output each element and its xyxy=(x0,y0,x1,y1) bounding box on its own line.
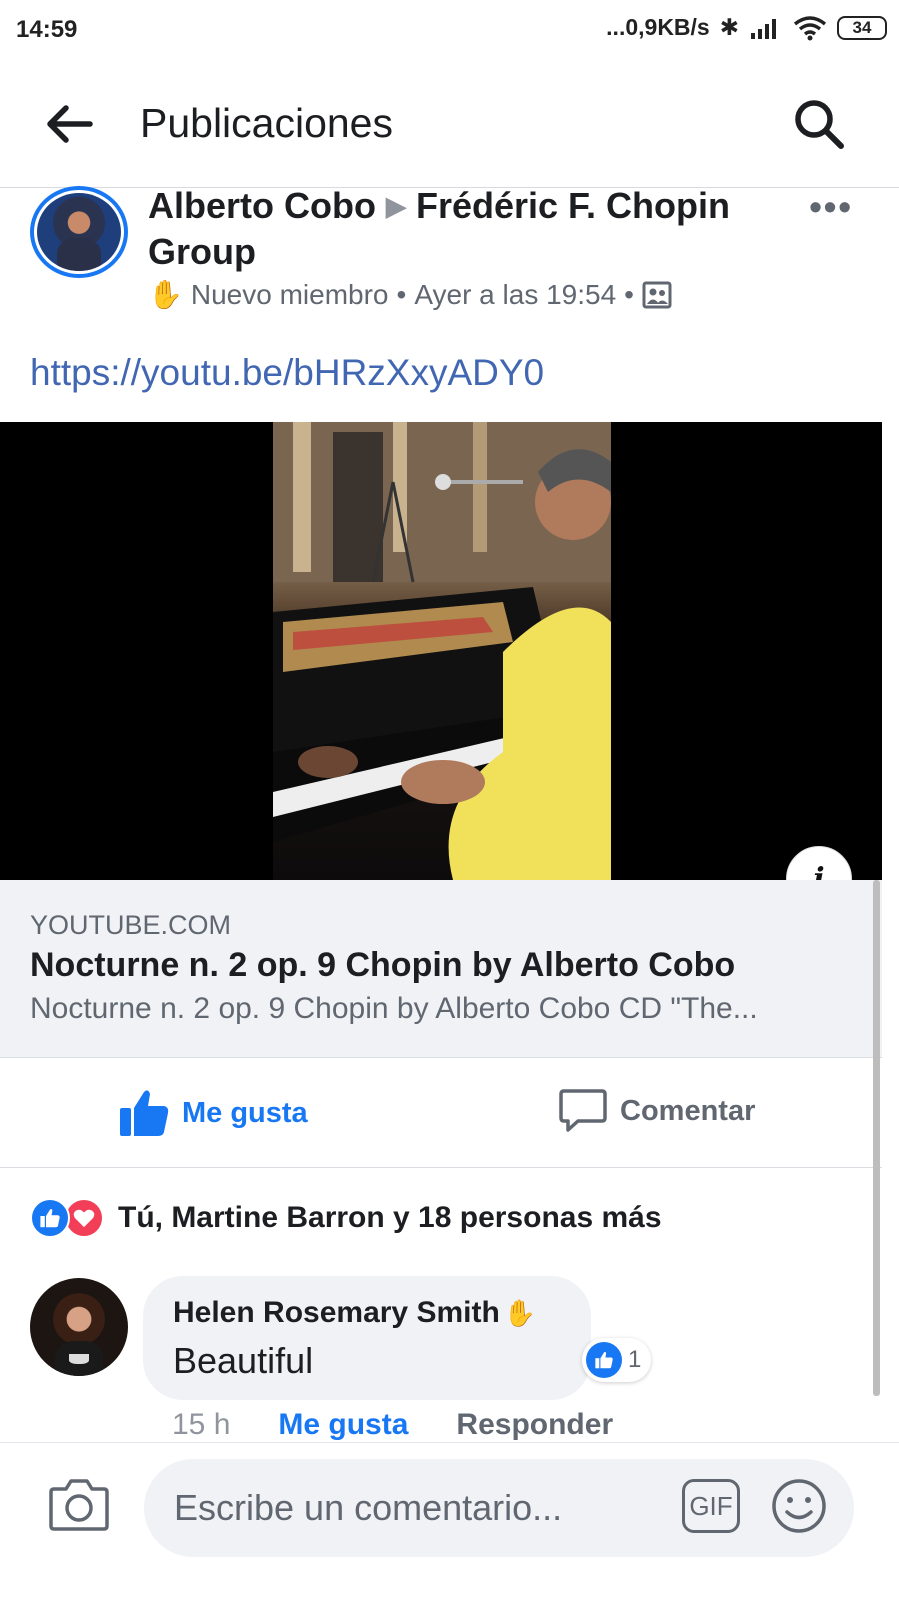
comment-text: Beautiful xyxy=(173,1340,314,1381)
comment-input[interactable] xyxy=(144,1459,854,1557)
network-speed: ...0,9KB/s xyxy=(606,14,710,40)
post-action-bar: Me gusta Comentar xyxy=(0,1058,882,1168)
preview-description: Nocturne n. 2 op. 9 Chopin by Alberto Co… xyxy=(30,992,758,1025)
emoji-icon[interactable] xyxy=(770,1477,828,1535)
post-author-name[interactable]: Alberto Cobo xyxy=(148,185,376,226)
reaction-icons xyxy=(30,1198,104,1238)
page-title: Publicaciones xyxy=(140,100,393,146)
post-timestamp[interactable]: Ayer a las 19:54 xyxy=(414,279,616,311)
commenter-avatar[interactable] xyxy=(30,1278,128,1376)
like-reaction-icon xyxy=(30,1198,70,1238)
wifi-icon xyxy=(793,15,827,40)
battery-indicator: 34 xyxy=(837,15,887,40)
thumbs-up-icon xyxy=(120,1090,169,1136)
gif-button[interactable]: GIF xyxy=(682,1479,740,1533)
wave-hand-icon: ✋ xyxy=(503,1297,537,1328)
comment-label: Comentar xyxy=(620,1094,756,1127)
like-reaction-icon xyxy=(586,1342,622,1378)
comment-like-button[interactable]: Me gusta xyxy=(278,1408,408,1442)
arrow-right-icon: ▶ xyxy=(385,191,406,221)
status-indicators: ...0,9KB/s ✱ 34 xyxy=(606,14,887,41)
scrollbar[interactable] xyxy=(873,880,880,1396)
video-scene xyxy=(273,422,611,880)
author-avatar-image xyxy=(37,193,121,271)
meta-separator: • xyxy=(396,278,407,310)
camera-icon[interactable] xyxy=(48,1475,110,1533)
app-header: Publicaciones xyxy=(0,62,899,188)
comment-reply-button[interactable]: Responder xyxy=(456,1408,613,1442)
search-icon[interactable] xyxy=(791,96,847,152)
comment-time: 15 h xyxy=(172,1408,231,1441)
like-button[interactable]: Me gusta xyxy=(118,1088,308,1138)
comment-meta: 15 h Me gusta Responder xyxy=(172,1408,613,1442)
video-player[interactable] xyxy=(0,422,882,880)
comment-button[interactable]: Comentar xyxy=(558,1088,755,1134)
status-bar: 14:59 ...0,9KB/s ✱ 34 xyxy=(0,0,899,62)
commenter-name-row: Helen Rosemary Smith ✋ xyxy=(173,1296,536,1330)
like-label: Me gusta xyxy=(182,1096,308,1129)
comment-composer: GIF xyxy=(0,1442,899,1599)
comment-reaction-badge[interactable]: 1 xyxy=(582,1338,652,1382)
author-avatar[interactable] xyxy=(30,186,128,278)
video-thumbnail xyxy=(273,422,611,880)
comment-reaction-count: 1 xyxy=(628,1346,642,1373)
bluetooth-icon: ✱ xyxy=(719,14,739,40)
preview-domain: YOUTUBE.COM xyxy=(30,910,232,940)
commenter-name[interactable]: Helen Rosemary Smith xyxy=(173,1296,500,1330)
more-options-icon[interactable]: ••• xyxy=(809,186,853,228)
member-badge: Nuevo miembro xyxy=(190,278,389,310)
wave-hand-icon: ✋ xyxy=(148,279,183,310)
back-arrow-icon[interactable] xyxy=(44,102,94,146)
post-link[interactable]: https://youtu.be/bHRzXxyADY0 xyxy=(30,352,544,394)
signal-icon xyxy=(751,18,776,39)
post-author-line: Alberto Cobo ▶ Frédéric F. Chopin Group xyxy=(148,183,788,275)
love-reaction-icon xyxy=(64,1198,104,1238)
link-preview[interactable]: YOUTUBE.COM Nocturne n. 2 op. 9 Chopin b… xyxy=(0,880,882,1058)
comment-bubble-icon xyxy=(559,1089,607,1132)
preview-title: Nocturne n. 2 op. 9 Chopin by Alberto Co… xyxy=(30,946,736,984)
meta-separator: • xyxy=(624,278,634,310)
status-time: 14:59 xyxy=(16,16,78,43)
reactions-summary[interactable]: Tú, Martine Barron y 18 personas más xyxy=(30,1198,662,1238)
comment-bubble[interactable]: Helen Rosemary Smith ✋ Beautiful xyxy=(143,1276,591,1400)
post-meta: ✋ Nuevo miembro • Ayer a las 19:54 • xyxy=(148,278,672,311)
group-privacy-icon xyxy=(642,281,672,308)
reactions-text: Tú, Martine Barron y 18 personas más xyxy=(118,1201,662,1234)
